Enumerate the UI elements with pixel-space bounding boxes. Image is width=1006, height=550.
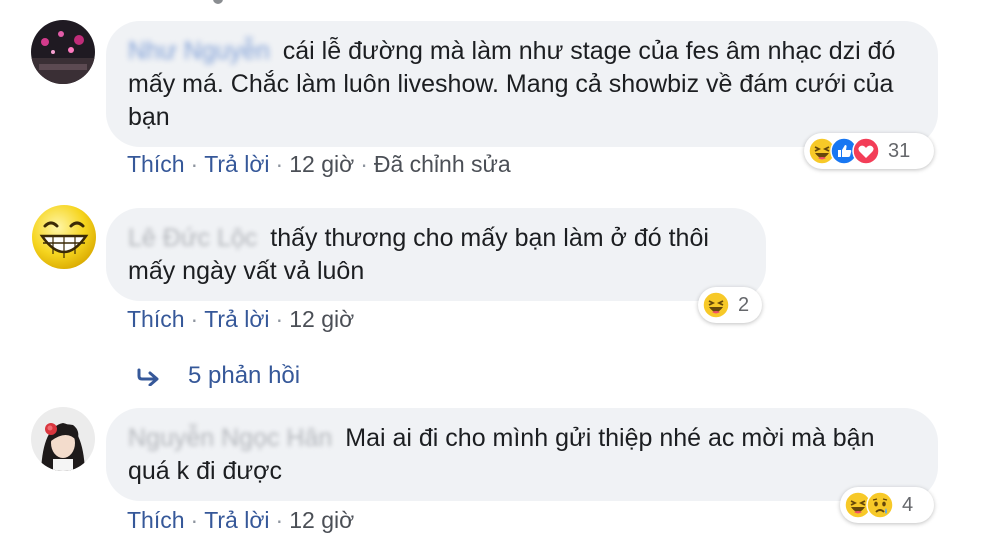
avatar-photo — [31, 20, 95, 84]
reaction-summary[interactable]: 4 — [840, 487, 934, 523]
comment-author[interactable]: Nguyễn Ngọc Hân — [128, 424, 332, 452]
reaction-count: 31 — [888, 139, 911, 162]
separator-dot: · — [190, 306, 199, 332]
comment-actions: Thích · Trả lời · 12 giờ · Đã chỉnh sửa — [127, 151, 511, 178]
replies-count-label[interactable]: 5 phản hồi — [188, 362, 300, 390]
sad-icon — [866, 491, 894, 519]
comment-time[interactable]: 12 giờ — [289, 306, 354, 332]
reaction-summary[interactable]: 2 — [698, 287, 762, 323]
like-link[interactable]: Thích — [127, 306, 185, 332]
comment-bubble: Lê Đức Lộc thấy thương cho mấy bạn làm ở… — [106, 208, 766, 301]
reply-link[interactable]: Trả lời — [204, 151, 269, 177]
separator-dot: · — [275, 151, 284, 177]
separator-dot: · — [275, 507, 284, 533]
view-replies-link[interactable]: 5 phản hồi — [136, 362, 300, 390]
comment-author[interactable]: Như Nguyễn — [128, 37, 270, 65]
comment-bubble: Như Nguyễn cái lễ đường mà làm như stage… — [106, 21, 938, 147]
separator-dot: · — [190, 507, 199, 533]
reply-link[interactable]: Trả lời — [204, 507, 269, 533]
comment-actions: Thích · Trả lời · 12 giờ — [127, 306, 354, 333]
avatar-photo — [31, 407, 95, 471]
comment-author[interactable]: Lê Đức Lộc — [128, 224, 257, 252]
grinning-emoji-avatar — [32, 205, 96, 269]
avatar[interactable] — [31, 407, 95, 471]
reaction-count: 2 — [738, 293, 750, 316]
edited-label[interactable]: Đã chỉnh sửa — [374, 151, 511, 177]
separator-dot: · — [360, 151, 368, 177]
avatar[interactable] — [31, 204, 97, 270]
separator-dot: · — [190, 151, 199, 177]
avatar[interactable] — [31, 20, 95, 84]
comment-time[interactable]: 12 giờ — [289, 507, 354, 533]
separator-dot — [213, 0, 223, 4]
like-link[interactable]: Thích — [127, 151, 185, 177]
reply-arrow-icon — [137, 368, 159, 386]
comment-bubble: Nguyễn Ngọc Hân Mai ai đi cho mình gửi t… — [106, 408, 938, 501]
haha-icon — [702, 291, 730, 319]
like-link[interactable]: Thích — [127, 507, 185, 533]
comment-actions: Thích · Trả lời · 12 giờ — [127, 507, 354, 534]
reply-link[interactable]: Trả lời — [204, 306, 269, 332]
comment-time[interactable]: 12 giờ — [289, 151, 354, 177]
reaction-count: 4 — [902, 493, 914, 516]
love-icon — [852, 137, 880, 165]
separator-dot: · — [275, 306, 284, 332]
reaction-summary[interactable]: 31 — [804, 133, 934, 169]
